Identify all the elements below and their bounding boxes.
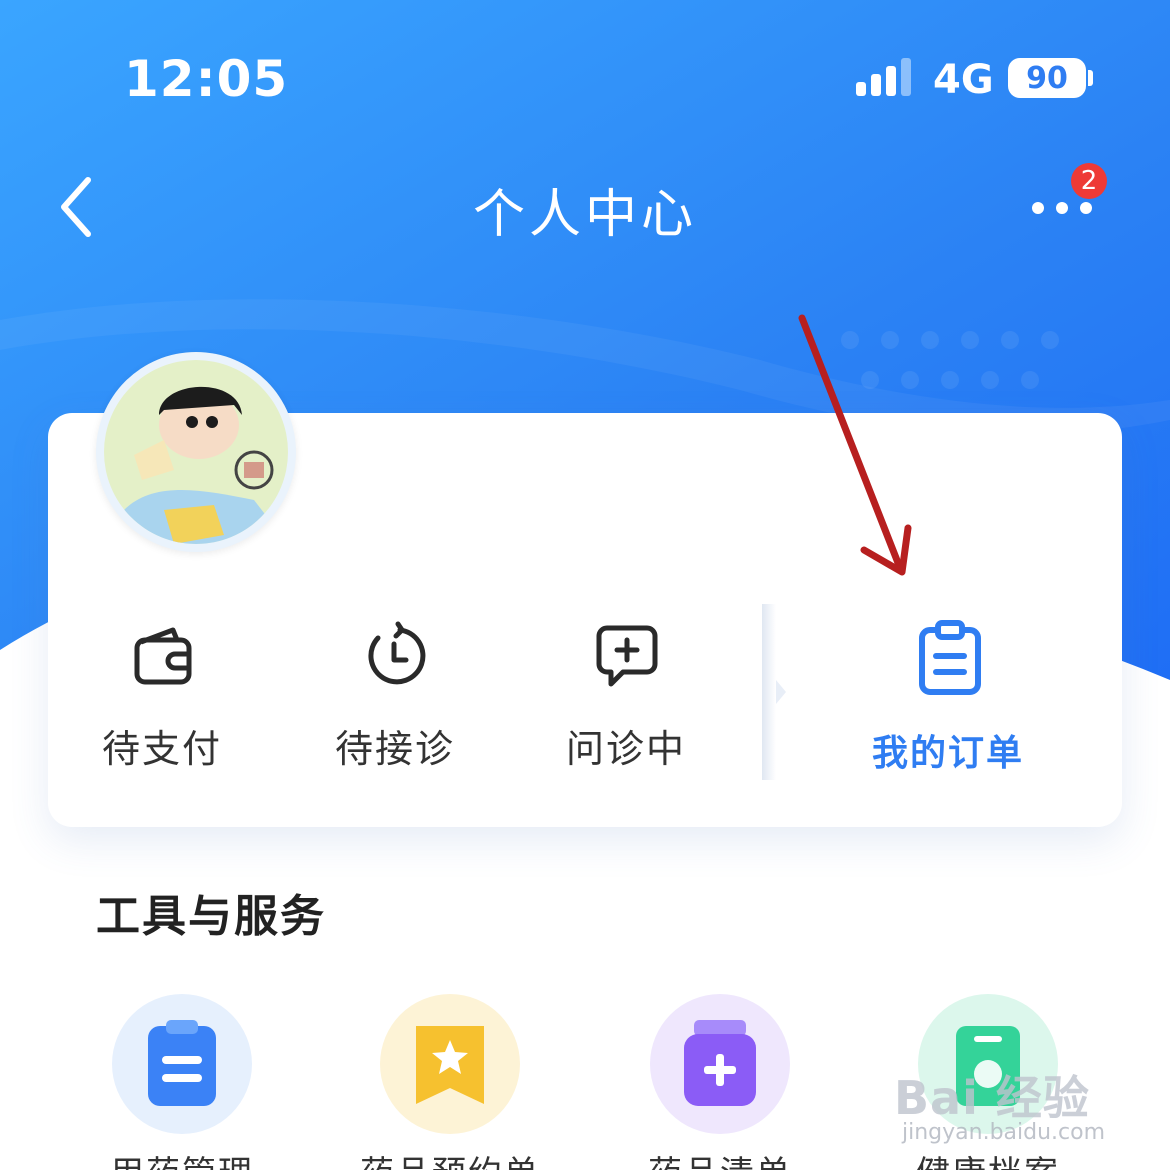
tool-drug-list[interactable]: 药品清单 xyxy=(600,994,840,1170)
watermark-brand: Bai 经验 xyxy=(894,1071,1090,1125)
divider-notch xyxy=(776,680,786,704)
pending-payment-label: 待支付 xyxy=(101,727,222,771)
clock-icon xyxy=(368,621,426,685)
tool-medication-management[interactable]: 用药管理 xyxy=(62,994,302,1170)
pending-payment-button[interactable]: 待支付 xyxy=(72,620,252,780)
divider xyxy=(762,604,776,780)
notification-badge: 2 xyxy=(1071,163,1107,199)
watermark-url: jingyan.baidu.com xyxy=(902,1120,1106,1145)
pending-consultation-label: 待接诊 xyxy=(334,727,455,771)
wallet-icon xyxy=(134,627,192,685)
my-orders-button[interactable]: 我的订单 xyxy=(858,620,1038,780)
tool-label: 用药管理 xyxy=(62,1146,302,1170)
tool-label: 药品预约单 xyxy=(330,1146,570,1170)
tool-drug-reservation[interactable]: 药品预约单 xyxy=(330,994,570,1170)
battery-tip xyxy=(1088,70,1093,86)
bookmark-star-icon xyxy=(416,1026,484,1104)
avatar-image xyxy=(104,360,288,544)
tool-icon-circle xyxy=(650,994,790,1134)
in-consultation-button[interactable]: 问诊中 xyxy=(536,620,716,780)
medicine-jar-icon xyxy=(684,1020,756,1106)
clipboard-icon xyxy=(919,620,981,695)
tool-icon-circle xyxy=(112,994,252,1134)
network-type: 4G xyxy=(933,57,994,103)
battery-indicator: 90 xyxy=(1008,58,1086,98)
tool-label: 药品清单 xyxy=(600,1146,840,1170)
tools-section-title: 工具与服务 xyxy=(96,891,326,942)
pending-consultation-button[interactable]: 待接诊 xyxy=(305,620,485,780)
my-orders-label: 我的订单 xyxy=(871,733,1024,774)
annotation-arrow-icon xyxy=(798,314,912,576)
watermark: Bai 经验 jingyan.baidu.com xyxy=(894,1062,1114,1152)
status-time: 12:05 xyxy=(124,50,289,108)
tool-icon-circle xyxy=(380,994,520,1134)
clipboard-list-icon xyxy=(148,1020,216,1106)
page-title: 个人中心 xyxy=(472,185,697,245)
avatar[interactable] xyxy=(96,352,296,552)
signal-icon xyxy=(856,58,911,96)
chat-plus-icon xyxy=(596,625,658,687)
screen: 12:05 4G 90 个人中心 2 待支付 待接诊 问诊中 我的订单 工具与服… xyxy=(0,0,1170,1170)
in-consultation-label: 问诊中 xyxy=(565,727,686,771)
